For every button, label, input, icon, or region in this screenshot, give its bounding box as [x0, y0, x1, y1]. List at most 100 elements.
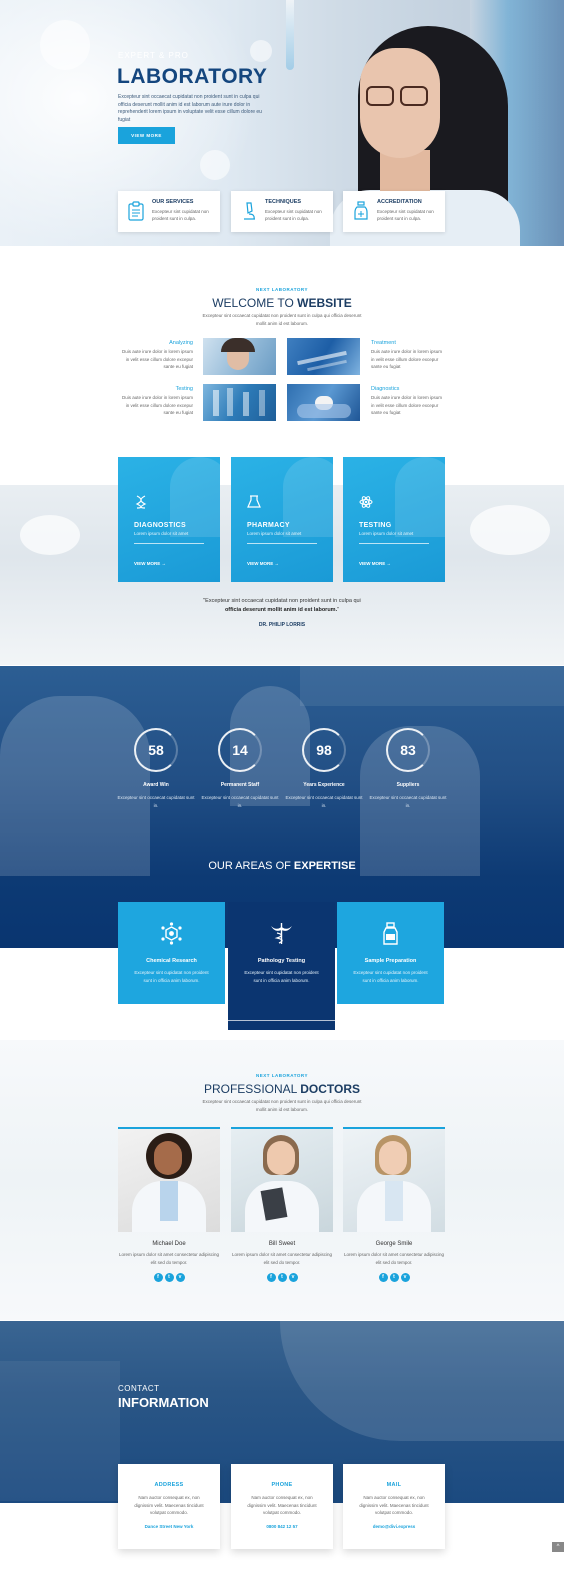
expertise-chemical-research[interactable]: Chemical Research Excepteur sint cupidat… [118, 902, 225, 1004]
hero-bokeh [40, 20, 90, 70]
hero-description: Excepteur sint occaecat cupidatat non pr… [118, 94, 262, 123]
testimonial-quote: "Excepteur sint occaecat cupidatat non p… [203, 598, 361, 613]
molecule-icon [161, 922, 182, 945]
sample-bottle-icon [383, 922, 398, 945]
welcome-title: WELCOME TO WEBSITE [212, 296, 352, 310]
twitter-icon[interactable]: t [389, 1273, 399, 1282]
service-box-title: DIAGNOSTICS [134, 522, 186, 529]
service-box-desc: Lorem ipsum dolor sit amet [359, 531, 414, 536]
expertise-desc: Excepteur sint cupidatat non proident su… [134, 970, 209, 983]
expertise-title-item: Pathology Testing [257, 958, 306, 964]
service-card-techniques[interactable]: TECHNIQUES Excepteur sint cupidatat non … [231, 191, 333, 232]
welcome-description: Excepteur sint occaecat cupidatat non pr… [202, 313, 362, 326]
view-more-link[interactable]: VIEW MORE → [359, 561, 391, 566]
doctor-desc: Lorem ipsum dolor sit amet consectetur a… [118, 1252, 220, 1265]
medicine-bottle-icon [354, 201, 368, 220]
doctors-title: PROFESSIONAL DOCTORS [203, 1082, 361, 1096]
service-box-desc: Lorem ipsum dolor sit amet [247, 531, 302, 536]
divider [134, 543, 204, 544]
stat-label: Years Experience [303, 782, 345, 788]
stat-desc: Excepteur sint occaecat cupidatat sunt i… [117, 795, 195, 808]
expertise-desc: Excepteur sint cupidatat non proident su… [244, 970, 319, 983]
feature-analyzing: Analyzing Duis aute irure dolor in lorem… [121, 340, 193, 369]
hero-eyebrow: EXPERT & PRO [118, 51, 189, 60]
doctor-social-links: ftv [343, 1273, 445, 1282]
contact-card-phone: PHONE Nam auctor consequat ex, non digni… [231, 1464, 333, 1549]
hero-bokeh [250, 40, 272, 62]
divider [359, 543, 429, 544]
diagnostics-photo [287, 384, 360, 421]
clipboard-icon [128, 201, 144, 221]
service-desc: Excepteur sint cupidatat non proident su… [377, 209, 434, 221]
phone-link[interactable]: 0800 842 12 57 [231, 1524, 333, 1529]
contact-card-title: MAIL [386, 1482, 402, 1488]
contact-eyebrow: CONTACT [118, 1384, 160, 1393]
doctors-description: Excepteur sint occaecat cupidatat non pr… [202, 1099, 362, 1112]
vimeo-icon[interactable]: v [288, 1273, 298, 1282]
stat-circle: 98 [302, 728, 346, 772]
hero-title: LABORATORY [117, 65, 268, 88]
service-box-diagnostics[interactable]: DIAGNOSTICS Lorem ipsum dolor sit amet V… [118, 457, 220, 582]
contact-card-title: PHONE [271, 1482, 293, 1488]
doctor-name: Bill Sweet [268, 1241, 296, 1247]
service-box-title: TESTING [359, 522, 392, 529]
facebook-icon[interactable]: f [378, 1273, 388, 1282]
doctor-photo-george [343, 1127, 445, 1232]
service-desc: Excepteur sint cupidatat non proident su… [152, 209, 209, 221]
analyzing-photo [203, 338, 276, 375]
mail-link[interactable]: demo@divi.express [343, 1524, 445, 1529]
expertise-title-item: Sample Preparation [364, 958, 417, 964]
twitter-icon[interactable]: t [164, 1273, 174, 1282]
service-box-title: PHARMACY [247, 522, 290, 529]
contact-card-desc: Nam auctor consequat ex, non dignissim v… [359, 1495, 429, 1515]
service-card-our-services[interactable]: OUR SERVICES Excepteur sint cupidatat no… [118, 191, 220, 232]
stat-label: Suppliers [396, 782, 420, 788]
feature-diagnostics: Diagnostics Duis aute irure dolor in lor… [371, 386, 443, 415]
vimeo-icon[interactable]: v [175, 1273, 185, 1282]
address-link[interactable]: Dance Street New York [118, 1524, 220, 1529]
doctor-photo-michael [118, 1127, 220, 1232]
welcome-eyebrow: NEXT LABORATORY [256, 287, 308, 292]
expertise-title: OUR AREAS OF EXPERTISE [208, 860, 356, 872]
service-box-pharmacy[interactable]: PHARMACY Lorem ipsum dolor sit amet VIEW… [231, 457, 333, 582]
contact-card-title: ADDRESS [154, 1482, 184, 1488]
contact-card-address: ADDRESS Nam auctor consequat ex, non dig… [118, 1464, 220, 1549]
twitter-icon[interactable]: t [277, 1273, 287, 1282]
divider [247, 543, 317, 544]
stat-permanent-staff: 14 Permanent Staff Excepteur sint occaec… [200, 728, 280, 809]
dna-icon [135, 495, 147, 509]
service-box-testing[interactable]: TESTING Lorem ipsum dolor sit amet VIEW … [343, 457, 445, 582]
view-more-link[interactable]: VIEW MORE → [134, 561, 166, 566]
stat-desc: Excepteur sint occaecat cupidatat sunt i… [285, 795, 363, 808]
service-title: OUR SERVICES [152, 199, 194, 205]
microscope-icon [244, 202, 255, 220]
view-more-button[interactable]: VIEW MORE [118, 127, 175, 144]
facebook-icon[interactable]: f [153, 1273, 163, 1282]
hero-test-tube [286, 0, 294, 70]
facebook-icon[interactable]: f [266, 1273, 276, 1282]
stat-desc: Excepteur sint occaecat cupidatat sunt i… [369, 795, 447, 808]
contact-card-desc: Nam auctor consequat ex, non dignissim v… [247, 1495, 317, 1515]
view-more-link[interactable]: VIEW MORE → [247, 561, 279, 566]
vimeo-icon[interactable]: v [400, 1273, 410, 1282]
testing-photo [203, 384, 276, 421]
stat-circle: 83 [386, 728, 430, 772]
service-card-accreditation[interactable]: ACCREDITATION Excepteur sint cupidatat n… [343, 191, 445, 232]
atom-icon [359, 496, 373, 508]
feature-testing: Testing Duis aute irure dolor in lorem i… [121, 386, 193, 415]
expertise-pathology-testing[interactable]: Pathology Testing Excepteur sint cupidat… [228, 902, 335, 1030]
doctor-photo-bill [231, 1127, 333, 1232]
expertise-desc: Excepteur sint cupidatat non proident su… [353, 970, 428, 983]
stat-suppliers: 83 Suppliers Excepteur sint occaecat cup… [368, 728, 448, 809]
caduceus-icon [271, 923, 292, 944]
doctor-desc: Lorem ipsum dolor sit amet consectetur a… [231, 1252, 333, 1265]
doctor-social-links: ftv [118, 1273, 220, 1282]
service-box-desc: Lorem ipsum dolor sit amet [134, 531, 189, 536]
expertise-sample-preparation[interactable]: Sample Preparation Excepteur sint cupida… [337, 902, 444, 1004]
feature-treatment: Treatment Duis aute irure dolor in lorem… [371, 340, 443, 369]
contact-card-mail: MAIL Nam auctor consequat ex, non dignis… [343, 1464, 445, 1549]
stat-award-win: 58 Award Win Excepteur sint occaecat cup… [116, 728, 196, 809]
back-to-top-button[interactable]: ^ [552, 1542, 564, 1552]
stat-years-experience: 98 Years Experience Excepteur sint occae… [284, 728, 364, 809]
service-desc: Excepteur sint cupidatat non proident su… [265, 209, 322, 221]
